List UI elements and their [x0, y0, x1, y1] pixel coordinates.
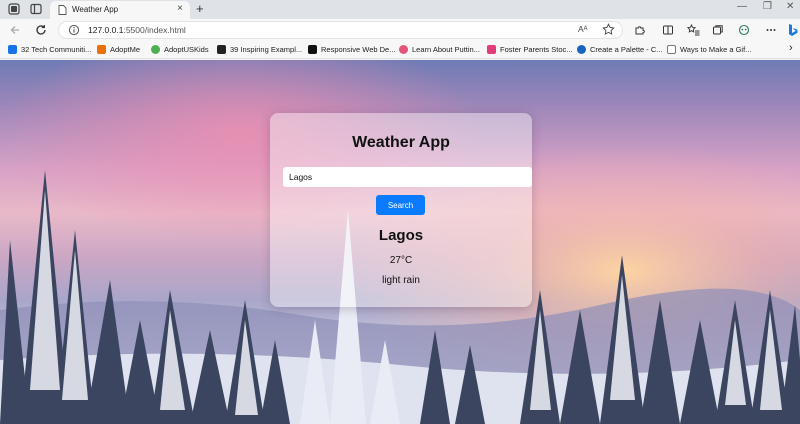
url-path: :5500/index.html — [123, 25, 186, 35]
city-search-input[interactable] — [283, 167, 532, 187]
address-bar[interactable]: 127.0.0.1:5500/index.html Aᴬ — [58, 21, 623, 39]
city-name: Lagos — [378, 227, 424, 244]
bookmark-create-palette[interactable]: Create a Palette - C... — [577, 45, 663, 54]
navigation-toolbar: 127.0.0.1:5500/index.html Aᴬ — [0, 19, 800, 41]
bookmark-learn-about[interactable]: Learn About Puttin... — [399, 45, 480, 54]
temperature-value: 27°C — [389, 255, 413, 266]
minimize-button[interactable]: — — [737, 1, 747, 12]
bookmark-foster-parents[interactable]: Foster Parents Stoc... — [487, 45, 573, 54]
refresh-button[interactable] — [33, 22, 49, 38]
bing-icon — [789, 24, 798, 36]
weather-description: light rain — [382, 275, 420, 286]
url-host: 127.0.0.1 — [88, 25, 124, 35]
split-screen-button[interactable] — [661, 23, 675, 37]
palette-icon — [577, 45, 586, 54]
bookmark-label: 39 Inspiring Exampl... — [230, 45, 303, 54]
bookmark-ways-to-make-gif[interactable]: Ways to Make a Gif... — [667, 45, 751, 54]
adoptme-icon — [97, 45, 106, 54]
copilot-icon — [738, 24, 750, 36]
close-tab-icon[interactable]: × — [177, 3, 183, 14]
bookmark-responsive-web[interactable]: Responsive Web De... — [308, 45, 395, 54]
bookmark-adoptuskids[interactable]: AdoptUSKids — [151, 45, 209, 54]
tech-icon — [8, 45, 17, 54]
bookmark-label: Responsive Web De... — [321, 45, 396, 54]
page-icon — [667, 45, 676, 54]
favorites-button[interactable] — [686, 23, 700, 37]
page-icon — [58, 5, 67, 15]
bookmark-label: AdoptMe — [110, 45, 141, 54]
search-button[interactable]: Search — [376, 195, 425, 215]
more-dots-icon — [766, 29, 776, 31]
bookmark-label: Foster Parents Stoc... — [500, 45, 573, 54]
bookmark-label: AdoptUSKids — [164, 45, 209, 54]
bookmark-tech-communities[interactable]: 32 Tech Communiti... — [8, 45, 91, 54]
more-bookmarks-chevron-icon[interactable]: › — [789, 42, 793, 54]
bing-chat-button[interactable] — [786, 23, 800, 37]
page-viewport: Weather App Search Lagos 27°C light rain — [0, 60, 800, 424]
foster-icon — [487, 45, 496, 54]
extensions-button[interactable] — [633, 23, 647, 37]
workspaces-icon[interactable] — [30, 3, 42, 15]
collections-button[interactable] — [711, 23, 725, 37]
restore-button[interactable]: ❐ — [763, 1, 772, 12]
bookmark-label: Ways to Make a Gif... — [680, 45, 752, 54]
new-tab-button[interactable]: + — [196, 1, 204, 16]
bookmark-label: 32 Tech Communiti... — [21, 45, 92, 54]
profile-icon[interactable] — [8, 3, 20, 15]
copilot-button[interactable] — [737, 23, 751, 37]
app-title: Weather App — [352, 134, 450, 151]
tab-strip: Weather App × + — ❐ ✕ — [0, 0, 800, 19]
heart-icon — [399, 45, 408, 54]
read-aloud-icon[interactable]: Aᴬ — [578, 24, 588, 34]
favorites-list-icon — [686, 24, 699, 36]
bookmark-inspiring-examples[interactable]: 39 Inspiring Exampl... — [217, 45, 302, 54]
bookmark-label: Learn About Puttin... — [412, 45, 480, 54]
adoptuskids-icon — [151, 45, 160, 54]
tab-weather-app[interactable]: Weather App × — [50, 1, 190, 19]
favorites-bar: 32 Tech Communiti... AdoptMe AdoptUSKids… — [0, 41, 800, 59]
responsive-icon — [308, 45, 317, 54]
bookmark-label: Create a Palette - C... — [590, 45, 663, 54]
split-screen-icon — [663, 25, 673, 35]
tab-title: Weather App — [72, 5, 119, 14]
weather-card: Weather App Search Lagos 27°C light rain — [270, 113, 532, 307]
puzzle-icon — [635, 26, 645, 35]
favorite-star-icon[interactable] — [602, 23, 615, 36]
seo-icon — [217, 45, 226, 54]
collections-icon — [713, 25, 723, 35]
arrow-left-icon — [10, 26, 19, 34]
back-button[interactable] — [7, 22, 23, 38]
bookmark-adoptme[interactable]: AdoptMe — [97, 45, 140, 54]
info-icon[interactable] — [68, 24, 80, 36]
refresh-icon — [36, 25, 46, 35]
more-options-button[interactable] — [764, 23, 778, 37]
url-text: 127.0.0.1:5500/index.html — [88, 25, 186, 35]
close-window-button[interactable]: ✕ — [786, 1, 794, 12]
